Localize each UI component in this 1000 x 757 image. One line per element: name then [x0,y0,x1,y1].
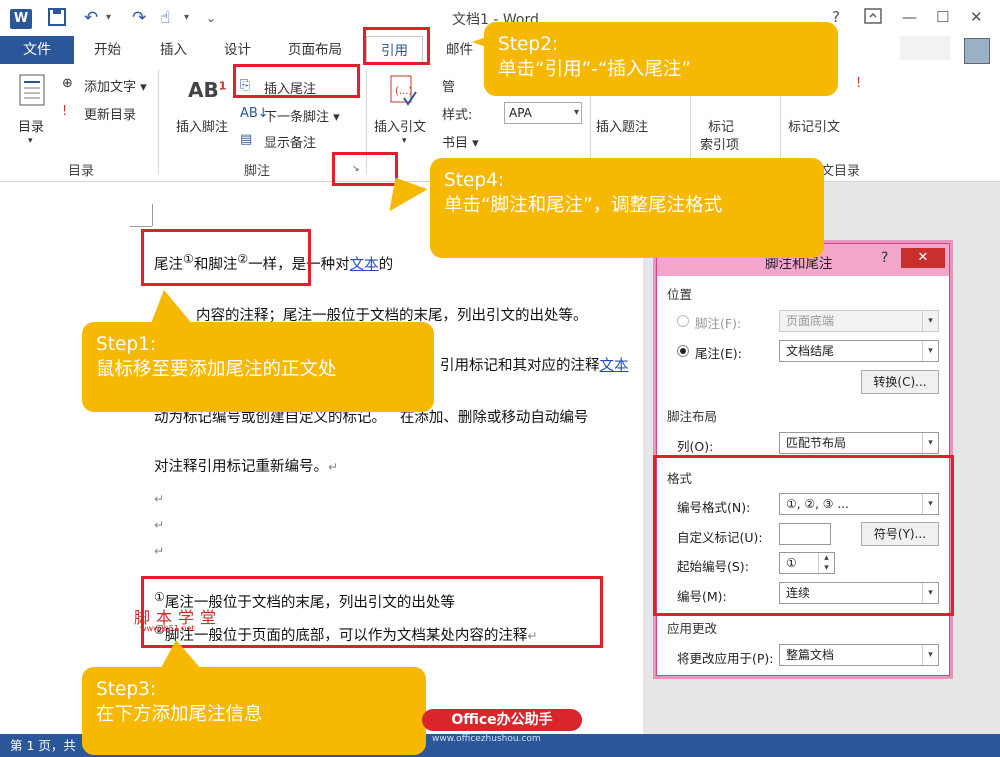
callout-tail [160,640,202,670]
bibliography-button[interactable]: 书目 ▾ [442,132,479,151]
update-toc-icon[interactable]: ! [62,104,67,119]
table-of-contents-icon[interactable] [18,74,48,108]
show-notes-button[interactable]: 显示备注 [264,132,316,151]
group-separator [158,70,159,174]
insert-footnote-button[interactable]: 插入脚注 [176,116,228,135]
paragraph-mark: ↵ [154,492,165,506]
dialog-help-icon[interactable]: ? [881,250,888,266]
citation-dropdown-icon[interactable]: ▾ [402,136,407,146]
highlight-insert-endnote [233,64,360,98]
insert-citation-icon[interactable]: (...) [388,74,418,108]
convert-button[interactable]: 转换(C)... [861,370,939,394]
tab-insert[interactable]: 插入 [160,36,187,64]
columns-select[interactable]: 匹配节布局 ▾ [779,432,939,454]
touch-icon[interactable]: ☝ [160,8,170,28]
minimize-icon[interactable]: — [902,8,917,26]
group-label-footnotes: 脚注 [244,164,271,179]
tab-mailings[interactable]: 邮件 [446,36,473,64]
callout-step3: Step3: 在下方添加尾注信息 [82,667,426,755]
save-icon[interactable] [48,8,66,31]
customize-qat-icon[interactable]: ⌄ [206,8,216,28]
tab-home[interactable]: 开始 [94,36,121,64]
style-label: 样式: [442,108,473,123]
undo-dropdown-icon[interactable]: ▾ [106,8,111,28]
mark-entry-button[interactable]: 标记 [708,116,734,135]
sign-in-area[interactable] [900,36,950,60]
highlight-format-section [653,455,954,616]
add-text-icon[interactable]: ⊕ [62,76,73,91]
apply-to-select[interactable]: 整篇文档 ▾ [779,644,939,666]
insert-toa-icon[interactable]: ! [856,76,861,91]
add-text-button[interactable]: 添加文字 ▾ [84,76,147,95]
dialog-close-button[interactable]: ✕ [901,248,945,268]
highlight-endnote-text [141,576,603,648]
mark-citation-button[interactable]: 标记引文 [788,116,840,135]
callout-tail [150,290,194,326]
show-notes-icon[interactable]: ▤ [240,132,252,147]
endnote-radio[interactable] [677,345,689,357]
columns-label: 列(O): [677,439,714,454]
citation-style-select[interactable]: APA ▾ [504,102,582,124]
manage-sources-button[interactable]: 管 [442,76,455,95]
callout-step2: Step2: 单击“引用”-“插入尾注” [484,22,838,96]
layout-section-label: 脚注布局 [667,409,718,424]
user-avatar[interactable] [964,38,990,64]
location-section-label: 位置 [667,287,693,302]
callout-step4: Step4: 单击“脚注和尾注”，调整尾注格式 [430,158,824,258]
endnote-label: 尾注(E): [695,346,742,361]
body-line-3[interactable]: 引用标记和其对应的注释文本 [440,354,629,375]
touch-dropdown-icon[interactable]: ▾ [184,8,189,28]
office-assistant-url: www.officezhushou.com [432,734,541,744]
paragraph-mark: ↵ [154,544,165,558]
svg-text:(...): (...) [395,86,412,97]
endnote-position-select[interactable]: 文档结尾 ▾ [779,340,939,362]
insert-citation-button[interactable]: 插入引文 [374,116,426,135]
footnote-label: 脚注(F): [695,316,742,331]
ribbon-display-icon[interactable] [864,8,882,28]
toc-dropdown-icon[interactable]: ▾ [28,136,33,146]
tab-design[interactable]: 设计 [224,36,251,64]
paragraph-mark: ↵ [154,518,165,532]
margin-marker [130,226,152,227]
undo-icon[interactable]: ↶ [84,8,98,28]
word-app-icon[interactable]: W [10,9,32,29]
page-count[interactable]: 第 1 页，共 [10,738,76,753]
mark-entry-line2[interactable]: 索引项 [700,134,739,153]
margin-marker [152,204,153,226]
update-toc-button[interactable]: 更新目录 [84,104,136,123]
highlight-cursor-position [141,229,311,286]
apply-section-label: 应用更改 [667,621,718,636]
insert-footnote-icon[interactable]: AB1 [188,78,226,112]
toc-button[interactable]: 目录 [18,116,44,135]
help-icon[interactable]: ? [832,8,840,26]
footnote-position-select[interactable]: 页面底端 ▾ [779,310,939,332]
footnote-radio[interactable] [677,315,689,327]
redo-icon[interactable]: ↷ [132,8,146,28]
insert-caption-button[interactable]: 插入题注 [596,116,648,135]
highlight-references-tab [363,27,430,65]
next-footnote-button[interactable]: 下一条脚注 ▾ [264,106,340,125]
tab-page-layout[interactable]: 页面布局 [288,36,342,64]
body-line-5[interactable]: 对注释引用标记重新编号。↵ [154,455,338,476]
office-assistant-logo: Office办公助手 [422,709,582,731]
group-label-toc: 目录 [68,164,95,179]
close-icon[interactable]: ✕ [970,8,983,26]
tab-file[interactable]: 文件 [0,36,74,64]
callout-step1: Step1: 鼠标移至要添加尾注的正文处 [82,322,434,412]
apply-to-label: 将更改应用于(P): [677,651,774,666]
maximize-icon[interactable]: ☐ [936,8,949,26]
